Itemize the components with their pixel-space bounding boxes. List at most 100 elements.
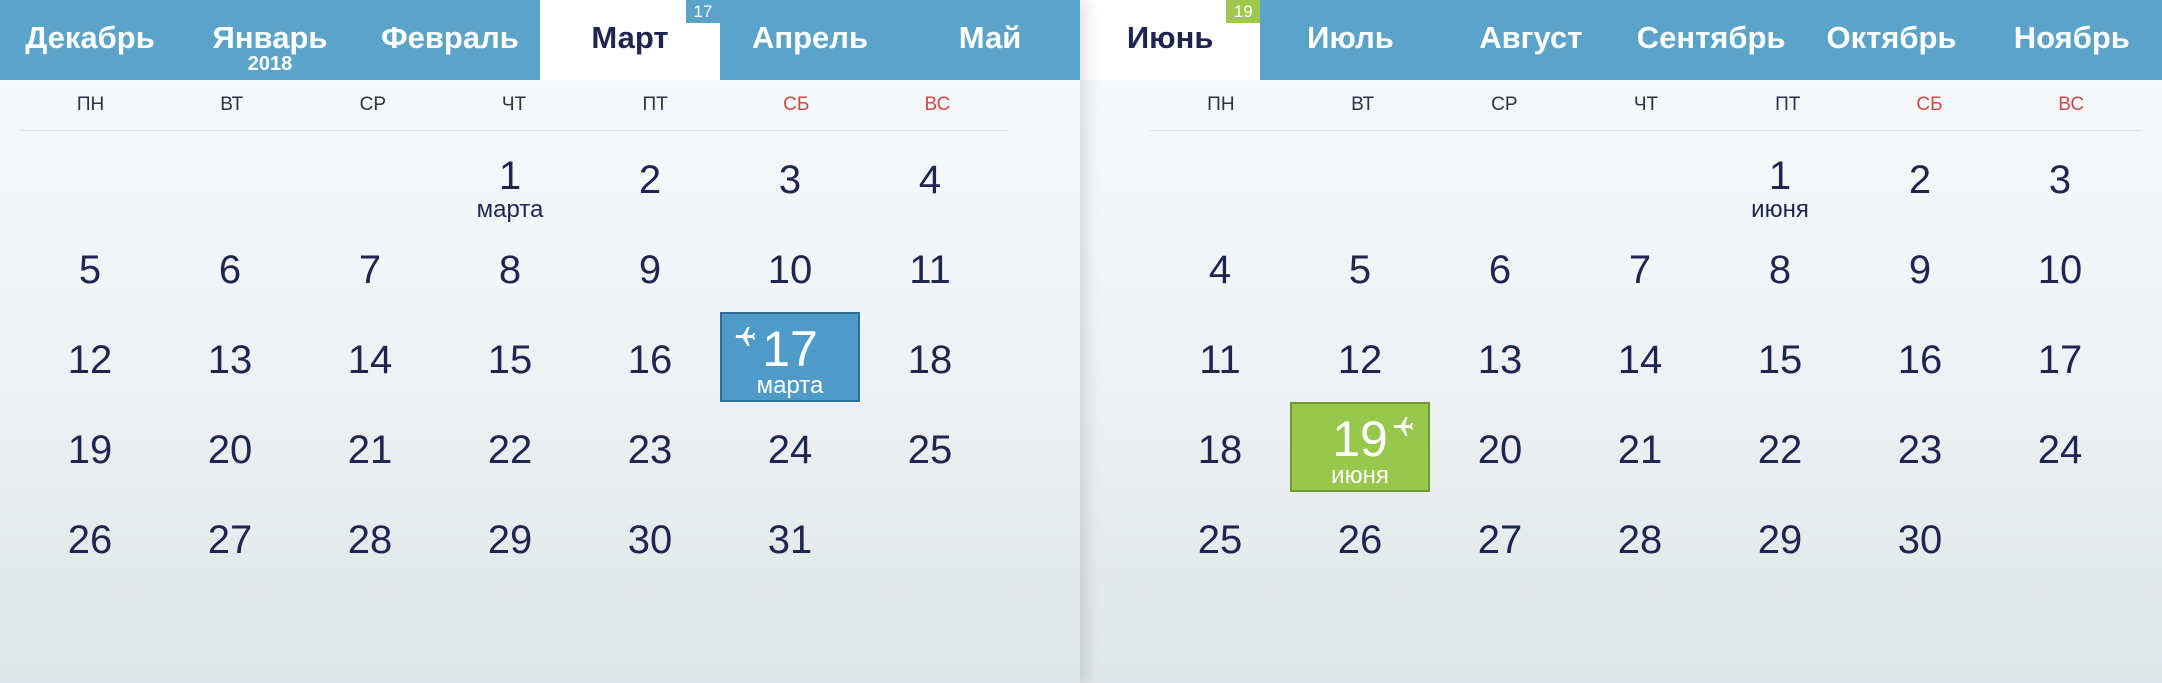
day-cell[interactable]: 1 июня	[1710, 132, 1850, 222]
day-cell[interactable]: 9	[580, 222, 720, 312]
day-cell[interactable]: 11	[860, 222, 1000, 312]
day-number: 27	[1477, 518, 1523, 562]
day-cell[interactable]: 22	[440, 402, 580, 492]
day-number: 31	[767, 518, 813, 562]
day-cell[interactable]: 6	[160, 222, 300, 312]
day-cell[interactable]: 2	[580, 132, 720, 222]
day-number: 12	[1337, 338, 1383, 382]
day-cell[interactable]: 16	[580, 312, 720, 402]
day-cell[interactable]: 10	[1990, 222, 2130, 312]
day-cell[interactable]: 9	[1850, 222, 1990, 312]
selected-day[interactable]: 17 марта	[720, 312, 860, 402]
month-tab[interactable]: Июль	[1260, 0, 1440, 80]
weekday-label: ПН	[1207, 94, 1235, 115]
day-cell[interactable]: 4	[860, 132, 1000, 222]
month-tab[interactable]: Ноябрь	[1982, 0, 2162, 80]
selected-day-badge: 19	[1226, 0, 1261, 23]
month-tab[interactable]: Апрель	[720, 0, 900, 80]
day-cell[interactable]: 8	[1710, 222, 1850, 312]
day-cell[interactable]: 22	[1710, 402, 1850, 492]
day-cell[interactable]: 27	[1430, 492, 1570, 582]
day-cell[interactable]: 13	[160, 312, 300, 402]
weekday-label: ПТ	[1775, 94, 1801, 115]
day-cell[interactable]: 27	[160, 492, 300, 582]
day-month-label: марта	[476, 196, 544, 223]
day-cell[interactable]: 21	[1570, 402, 1710, 492]
day-number: 1	[498, 154, 522, 198]
day-cell[interactable]: 5	[1290, 222, 1430, 312]
day-cell[interactable]: 3	[720, 132, 860, 222]
month-tab[interactable]: Март 17	[540, 0, 720, 80]
day-cell[interactable]: 20	[160, 402, 300, 492]
day-cell[interactable]: 26	[1290, 492, 1430, 582]
month-tab-label: Июнь	[1126, 20, 1214, 55]
day-number: 16	[1897, 338, 1943, 382]
month-tab-year: 2018	[247, 53, 293, 75]
day-cell[interactable]: 10	[720, 222, 860, 312]
day-cell[interactable]: 28	[300, 492, 440, 582]
day-cell[interactable]: 26	[20, 492, 160, 582]
day-number: 22	[1757, 428, 1803, 472]
day-cell[interactable]: 14	[300, 312, 440, 402]
day-cell[interactable]: 25	[860, 402, 1000, 492]
day-cell[interactable]: 2	[1850, 132, 1990, 222]
day-cell[interactable]: 21	[300, 402, 440, 492]
day-cell[interactable]: 18	[860, 312, 1000, 402]
day-cell[interactable]: 11	[1150, 312, 1290, 402]
month-tab-label: Июль	[1307, 20, 1394, 55]
day-cell[interactable]: 28	[1570, 492, 1710, 582]
day-cell[interactable]: 16	[1850, 312, 1990, 402]
day-number: 29	[1757, 518, 1803, 562]
day-cell[interactable]: 23	[580, 402, 720, 492]
day-number: 14	[347, 338, 393, 382]
day-number: 15	[487, 338, 533, 382]
selected-day[interactable]: 19 июня	[1290, 402, 1430, 492]
day-number: 30	[627, 518, 673, 562]
day-cell[interactable]: 13	[1430, 312, 1570, 402]
day-cell[interactable]: 12	[1290, 312, 1430, 402]
day-cell[interactable]: 3	[1990, 132, 2130, 222]
weekday-label: ЧТ	[1633, 94, 1659, 115]
day-cell[interactable]: 14	[1570, 312, 1710, 402]
month-tab[interactable]: Август	[1441, 0, 1621, 80]
day-cell[interactable]: 15	[440, 312, 580, 402]
month-tabs: Декабрь Январь 2018 Февраль Март 17 Апрель Май	[0, 0, 1080, 80]
day-cell[interactable]: 1 марта	[440, 132, 580, 222]
day-cell[interactable]: 29	[440, 492, 580, 582]
day-cell[interactable]: 30	[1850, 492, 1990, 582]
empty-cell	[300, 132, 440, 222]
day-cell[interactable]: 5	[20, 222, 160, 312]
day-cell[interactable]: 30	[580, 492, 720, 582]
day-cell[interactable]: 25	[1150, 492, 1290, 582]
day-number: 29	[487, 518, 533, 562]
day-cell[interactable]: 31	[720, 492, 860, 582]
day-cell[interactable]: 7	[1570, 222, 1710, 312]
day-cell[interactable]: 15	[1710, 312, 1850, 402]
day-number: 7	[358, 248, 382, 292]
month-tab[interactable]: Февраль	[360, 0, 540, 80]
day-cell[interactable]: 18	[1150, 402, 1290, 492]
day-cell[interactable]: 19	[20, 402, 160, 492]
day-number: 10	[767, 248, 813, 292]
day-cell[interactable]: 12	[20, 312, 160, 402]
month-tab[interactable]: Декабрь	[0, 0, 180, 80]
day-cell[interactable]: 17	[1990, 312, 2130, 402]
weekday-label: ВТ	[220, 94, 244, 115]
month-tab[interactable]: Сентябрь	[1621, 0, 1801, 80]
day-cell[interactable]: 6	[1430, 222, 1570, 312]
day-cell[interactable]: 4	[1150, 222, 1290, 312]
month-tab[interactable]: Октябрь	[1801, 0, 1981, 80]
month-tab-label: Май	[958, 20, 1022, 55]
day-cell[interactable]: 24	[1990, 402, 2130, 492]
month-tab[interactable]: Май	[900, 0, 1080, 80]
month-tab[interactable]: Июнь 19	[1080, 0, 1261, 80]
day-cell[interactable]: 7	[300, 222, 440, 312]
day-cell[interactable]: 29	[1710, 492, 1850, 582]
month-tab[interactable]: Январь 2018	[180, 0, 360, 80]
day-cell[interactable]: 23	[1850, 402, 1990, 492]
day-cell[interactable]: 8	[440, 222, 580, 312]
day-cell[interactable]: 20	[1430, 402, 1570, 492]
month-tab-label: Март	[591, 20, 669, 55]
day-cell[interactable]: 24	[720, 402, 860, 492]
selected-day-badge: 17	[686, 0, 720, 23]
